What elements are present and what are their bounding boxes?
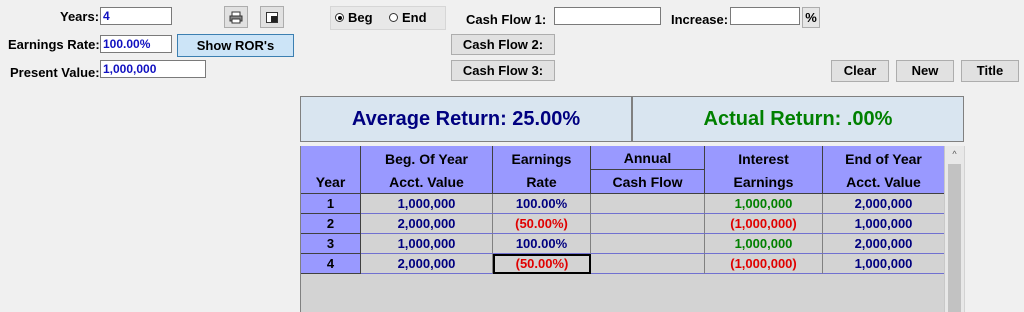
show-rors-button[interactable]: Show ROR's	[177, 34, 294, 57]
cell-end-value[interactable]: 2,000,000	[823, 194, 945, 214]
cell-end-value[interactable]: 2,000,000	[823, 234, 945, 254]
average-return-text: Average Return: 25.00%	[351, 107, 581, 130]
new-button[interactable]: New	[896, 60, 954, 82]
header-int-line1: Interest	[738, 151, 789, 167]
cell-earnings-rate[interactable]: 100.00%	[493, 234, 591, 254]
title-button[interactable]: Title	[961, 60, 1019, 82]
header-rate-line1: Earnings	[511, 151, 572, 167]
increase-input[interactable]	[730, 7, 800, 25]
cell-beg-value[interactable]: 1,000,000	[361, 234, 493, 254]
average-return-box: Average Return: 25.00%	[300, 96, 632, 142]
export-icon	[266, 11, 278, 23]
cell-beg-value[interactable]: 2,000,000	[361, 214, 493, 234]
cell-cash-flow[interactable]	[591, 234, 705, 254]
header-beg-value: Beg. Of Year Acct. Value	[361, 146, 493, 194]
present-value-label: Present Value:	[10, 65, 100, 80]
earnings-rate-label: Earnings Rate:	[8, 37, 100, 52]
scroll-up-arrow-icon[interactable]: ^	[945, 146, 964, 162]
years-label: Years:	[60, 9, 100, 24]
timing-radio-group: Beg End	[330, 6, 446, 30]
present-value-input[interactable]: 1,000,000	[100, 60, 206, 78]
cash-flow-2-button[interactable]: Cash Flow 2:	[451, 34, 555, 55]
clear-button[interactable]: Clear	[831, 60, 889, 82]
header-end-line2: Acct. Value	[846, 174, 921, 190]
actual-return-text: Actual Return: .00%	[703, 107, 893, 130]
cell-interest[interactable]: (1,000,000)	[705, 214, 823, 234]
header-cash-flow: Cash Flow	[591, 170, 705, 194]
row-year-1: 1	[301, 194, 361, 214]
cell-earnings-rate-selected[interactable]: (50.00%)	[493, 254, 591, 274]
print-icon	[229, 11, 243, 23]
cell-beg-value[interactable]: 1,000,000	[361, 194, 493, 214]
radio-selected-icon	[335, 13, 344, 22]
radio-unselected-icon	[389, 13, 398, 22]
export-button[interactable]	[260, 6, 284, 28]
cell-earnings-rate[interactable]: (50.00%)	[493, 214, 591, 234]
cell-earnings-rate[interactable]: 100.00%	[493, 194, 591, 214]
cell-end-value[interactable]: 1,000,000	[823, 214, 945, 234]
cell-interest[interactable]: 1,000,000	[705, 194, 823, 214]
cell-cash-flow[interactable]	[591, 254, 705, 274]
percent-toggle[interactable]: %	[802, 7, 820, 28]
header-end-value: End of Year Acct. Value	[823, 146, 945, 194]
cell-beg-value[interactable]: 2,000,000	[361, 254, 493, 274]
header-earnings-rate: Earnings Rate	[493, 146, 591, 194]
end-radio[interactable]: End	[389, 10, 427, 25]
header-rate-line2: Rate	[526, 174, 557, 190]
cell-end-value[interactable]: 1,000,000	[823, 254, 945, 274]
header-cf-line1: Annual	[623, 150, 672, 166]
header-int-line2: Earnings	[733, 174, 794, 190]
header-interest-earnings: Interest Earnings	[705, 146, 823, 194]
cell-interest[interactable]: 1,000,000	[705, 234, 823, 254]
header-end-line1: End of Year	[845, 151, 922, 167]
cell-cash-flow[interactable]	[591, 194, 705, 214]
header-annual: Annual	[591, 146, 705, 170]
cell-cash-flow[interactable]	[591, 214, 705, 234]
beg-radio-label: Beg	[348, 10, 373, 25]
header-cf-line2: Cash Flow	[612, 174, 683, 190]
header-year: Year	[301, 146, 361, 194]
row-year-4: 4	[301, 254, 361, 274]
cash-flow-1-input[interactable]	[554, 7, 661, 25]
cash-flow-1-label: Cash Flow 1:	[466, 12, 547, 27]
header-beg-line2: Acct. Value	[389, 174, 464, 190]
beg-radio[interactable]: Beg	[335, 10, 373, 25]
row-year-2: 2	[301, 214, 361, 234]
scroll-thumb[interactable]	[948, 164, 961, 312]
earnings-rate-input[interactable]: 100.00%	[100, 35, 172, 53]
grid-vertical-scrollbar[interactable]: ^	[944, 146, 964, 312]
row-year-3: 3	[301, 234, 361, 254]
header-year-text: Year	[315, 174, 346, 190]
print-button[interactable]	[224, 6, 248, 28]
years-input[interactable]: 4	[100, 7, 172, 25]
cash-flow-3-button[interactable]: Cash Flow 3:	[451, 60, 555, 81]
increase-label: Increase:	[671, 12, 729, 27]
header-beg-line1: Beg. Of Year	[384, 151, 468, 167]
end-radio-label: End	[402, 10, 427, 25]
actual-return-box: Actual Return: .00%	[632, 96, 964, 142]
cell-interest[interactable]: (1,000,000)	[705, 254, 823, 274]
results-grid: Year Beg. Of Year Acct. Value Earnings R…	[300, 146, 965, 312]
